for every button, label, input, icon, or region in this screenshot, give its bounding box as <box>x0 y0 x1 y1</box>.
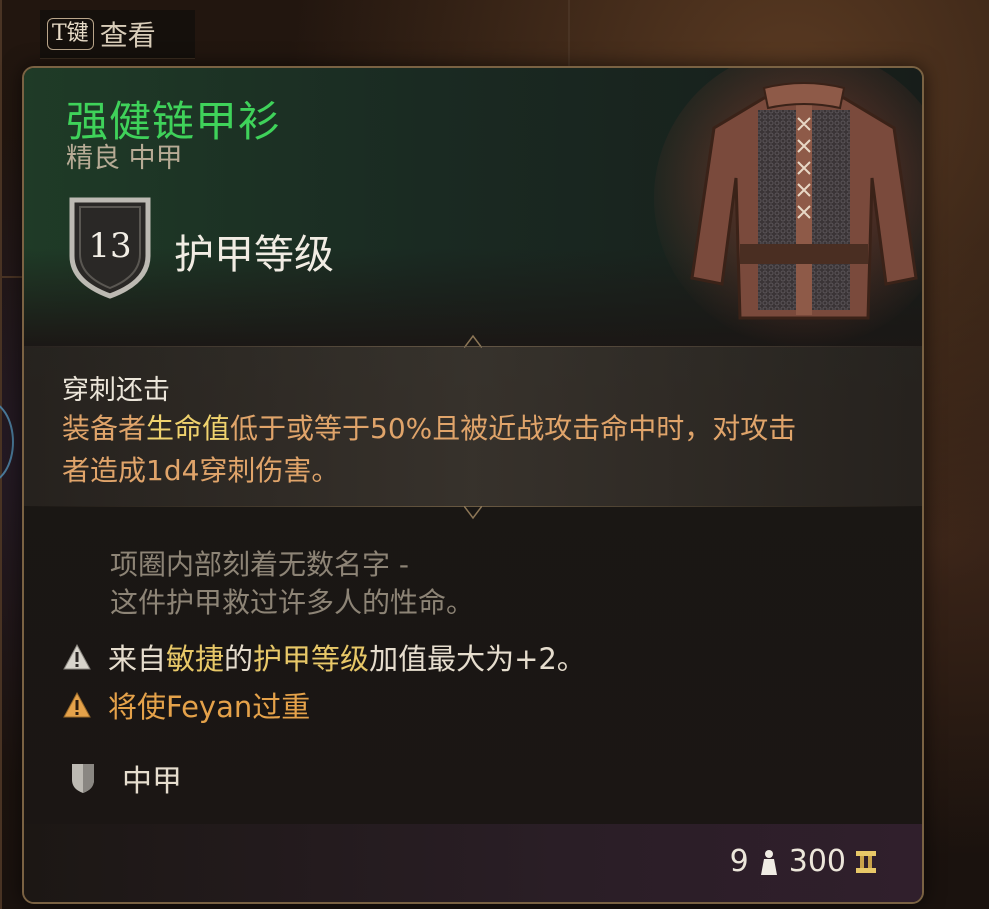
overweight-warning: 将使Feyan过重 <box>62 684 310 726</box>
divider-notch <box>464 506 482 520</box>
key-badge: T键 <box>47 18 94 50</box>
armor-type-icon <box>72 764 94 793</box>
armor-class-value: 13 <box>88 226 132 266</box>
armor-type-label: 中甲 <box>122 764 182 799</box>
price-value: 300 <box>788 844 846 879</box>
warning-text: 来自 <box>108 642 167 676</box>
flavor-text: 项圈内部刻着无数名字 - 这件护甲救过许多人的性命。 <box>110 546 474 622</box>
dexterity-keyword[interactable]: 敏捷 <box>166 636 224 678</box>
warning-text: 的 <box>224 642 254 676</box>
weight-value: 9 <box>729 844 749 879</box>
hint-label: 查看 <box>99 19 156 52</box>
warning-text: 加值最大为+2。 <box>369 642 586 676</box>
item-stats: 9 300 <box>722 844 878 879</box>
frame-line <box>568 0 570 66</box>
passive-text: 装备者 <box>62 412 147 445</box>
flavor-line: 项圈内部刻着无数名字 - <box>110 548 410 581</box>
armor-type-row: 中甲 <box>70 756 182 800</box>
portrait-ring <box>0 400 14 484</box>
warning-icon <box>63 643 91 670</box>
inspect-hint[interactable]: T键 查看 <box>40 10 195 59</box>
armor-class-label: 护甲等级 <box>174 232 334 278</box>
passive-description: 装备者生命值低于或等于50%且被近战攻击命中时，对攻击者造成1d4穿刺伤害。 <box>62 408 822 492</box>
warning-text: 将使Feyan过重 <box>108 690 311 724</box>
gold-icon <box>856 850 876 873</box>
warning-icon <box>63 691 91 718</box>
weight-icon <box>760 849 777 875</box>
chainmail-shirt-icon <box>654 68 922 348</box>
dex-cap-warning: 来自 敏捷的护甲等级 加值最大为+2。 <box>62 636 586 678</box>
hitpoints-keyword[interactable]: 生命值 <box>146 412 230 445</box>
item-subtitle: 精良 中甲 <box>66 143 183 174</box>
armor-class-keyword[interactable]: 护甲等级 <box>253 636 369 678</box>
frame-line <box>0 276 22 278</box>
passive-title: 穿刺还击 <box>62 375 170 406</box>
flavor-line: 这件护甲救过许多人的性命。 <box>110 586 475 619</box>
item-tooltip: 强健链甲衫 精良 中甲 13 护甲等级 穿刺还击 装备者生命值低于或等于50%且… <box>22 66 924 904</box>
